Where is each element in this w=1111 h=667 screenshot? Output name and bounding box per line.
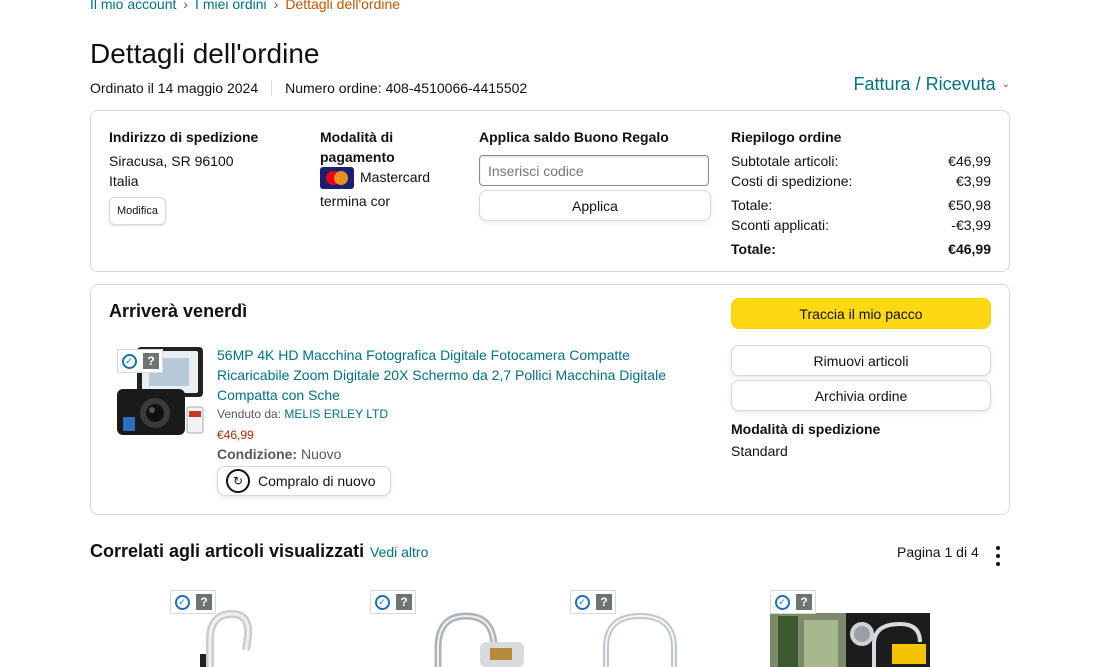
- summary-value: €46,99: [948, 153, 991, 169]
- product-price: €46,99: [217, 428, 254, 442]
- sold-by-label: Venduto da:: [217, 407, 282, 421]
- card-ending: termina cor: [320, 193, 391, 210]
- invoice-dropdown[interactable]: Fattura / Ricevuta ⌄: [854, 74, 1010, 95]
- breadcrumb: Il mio account › I miei ordini › Dettagli de…: [90, 0, 400, 12]
- product-condition: Condizione: Nuovo: [217, 446, 341, 462]
- carousel-item[interactable]: ✓ ?: [370, 590, 550, 667]
- order-date: Ordinato il 14 maggio 2024: [90, 80, 259, 96]
- carousel-item[interactable]: ✓ ?: [770, 590, 950, 667]
- product-compare-badge[interactable]: ✓ ?: [117, 349, 163, 373]
- check-circle-icon: ✓: [374, 594, 390, 610]
- order-number: Numero ordine: 408-4510066-4415502: [285, 80, 528, 96]
- question-mark-icon: ?: [596, 594, 612, 610]
- breadcrumb-separator: ›: [183, 0, 189, 12]
- related-title: Correlati agli articoli visualizzati: [90, 541, 365, 561]
- archive-order-button[interactable]: Archivia ordine: [731, 380, 991, 411]
- summary-value: €3,99: [955, 173, 991, 189]
- check-circle-icon: ✓: [774, 594, 790, 610]
- question-mark-icon: ?: [796, 594, 812, 610]
- summary-value: -€3,99: [951, 217, 991, 233]
- shipping-address-section: Indirizzo di spedizione Siracusa, SR 961…: [109, 127, 258, 225]
- summary-row: Sconti applicati: -€3,99: [731, 215, 991, 235]
- product-title-link[interactable]: 56MP 4K HD Macchina Fotografica Digitale…: [217, 345, 687, 405]
- summary-row: Costi di spedizione: €3,99: [731, 171, 991, 191]
- chevron-down-icon: ⌄: [1001, 79, 1010, 90]
- order-info-panel: Indirizzo di spedizione Siracusa, SR 961…: [90, 110, 1010, 272]
- summary-label: Costi di spedizione:: [731, 173, 853, 189]
- order-summary-section: Riepilogo ordine Subtotale articoli: €46…: [731, 127, 991, 259]
- track-package-button[interactable]: Traccia il mio pacco: [731, 298, 991, 329]
- order-meta: Ordinato il 14 maggio 2024 Numero ordine…: [90, 80, 527, 96]
- compare-badge[interactable]: ✓ ?: [370, 590, 416, 614]
- breadcrumb-separator: ›: [273, 0, 279, 12]
- carousel-item[interactable]: ✓ ?: [570, 590, 750, 667]
- meta-divider: [271, 81, 273, 95]
- grand-total-value: €46,99: [948, 241, 991, 257]
- seller-link[interactable]: MELIS ERLEY LTD: [284, 407, 388, 421]
- question-mark-icon: ?: [396, 594, 412, 610]
- grand-total-row: Totale: €46,99: [731, 239, 991, 259]
- breadcrumb-item-account[interactable]: Il mio account: [90, 0, 176, 12]
- summary-value: €50,98: [948, 197, 991, 213]
- payment-title: Modalità di pagamento: [320, 129, 395, 165]
- shipment-panel: Arriverà venerdì ✓ ? 56MP 4K HD Macchina…: [90, 284, 1010, 515]
- see-more-link[interactable]: Vedi altro: [370, 544, 428, 560]
- arrival-heading: Arriverà venerdì: [109, 301, 248, 321]
- buy-again-label: Compralo di nuovo: [258, 473, 376, 489]
- more-options-icon[interactable]: [990, 546, 1006, 566]
- remove-items-button[interactable]: Rimuovi articoli: [731, 345, 991, 376]
- compare-badge[interactable]: ✓ ?: [170, 590, 216, 614]
- summary-label: Subtotale articoli:: [731, 153, 839, 169]
- compare-badge[interactable]: ✓ ?: [570, 590, 616, 614]
- invoice-label: Fattura / Ricevuta: [853, 74, 996, 94]
- condition-label: Condizione:: [217, 446, 298, 462]
- payment-section: Modalità di pagamento Mastercard termina…: [320, 127, 440, 211]
- address-line-2: Italia: [109, 173, 139, 189]
- summary-label: Totale:: [731, 197, 773, 213]
- summary-row: Totale: €50,98: [731, 195, 991, 215]
- question-mark-icon: ?: [196, 594, 212, 610]
- shipping-address-title: Indirizzo di spedizione: [109, 129, 259, 145]
- payment-card-row: Mastercard: [320, 167, 440, 190]
- summary-row: Subtotale articoli: €46,99: [731, 151, 991, 171]
- card-name: Mastercard: [360, 169, 431, 185]
- address-line-1: Siracusa, SR 96100: [109, 153, 234, 169]
- buy-again-icon: ↻: [226, 469, 250, 493]
- summary-label: Sconti applicati:: [731, 217, 830, 233]
- mastercard-logo-icon: [320, 167, 354, 190]
- condition-value: Nuovo: [301, 446, 342, 462]
- breadcrumb-current: Dettagli dell'ordine: [285, 0, 401, 12]
- shipping-mode-title: Modalità di spedizione: [731, 421, 881, 437]
- edit-address-button[interactable]: Modifica: [109, 197, 166, 225]
- check-circle-icon: ✓: [174, 594, 190, 610]
- grand-total-label: Totale:: [731, 241, 776, 257]
- carousel-item[interactable]: ✓ ?: [170, 590, 350, 667]
- gift-card-section: Applica saldo Buono Regalo Applica: [479, 127, 711, 221]
- question-mark-icon: ?: [143, 353, 159, 369]
- buy-again-button[interactable]: ↻ Compralo di nuovo: [217, 466, 391, 496]
- shipping-mode-value: Standard: [731, 443, 788, 459]
- apply-gift-button[interactable]: Applica: [479, 190, 711, 221]
- check-circle-icon: ✓: [121, 353, 137, 369]
- check-circle-icon: ✓: [574, 594, 590, 610]
- compare-badge[interactable]: ✓ ?: [770, 590, 816, 614]
- sold-by: Venduto da: MELIS ERLEY LTD: [217, 407, 388, 421]
- gift-code-input[interactable]: [479, 155, 709, 186]
- breadcrumb-item-orders[interactable]: I miei ordini: [195, 0, 267, 12]
- page-title: Dettagli dell'ordine: [90, 38, 320, 69]
- shipping-mode-section: Modalità di spedizione Standard: [731, 419, 880, 459]
- gift-card-title: Applica saldo Buono Regalo: [479, 129, 669, 145]
- order-summary-title: Riepilogo ordine: [731, 129, 842, 145]
- pagination-text: Pagina 1 di 4: [897, 544, 979, 560]
